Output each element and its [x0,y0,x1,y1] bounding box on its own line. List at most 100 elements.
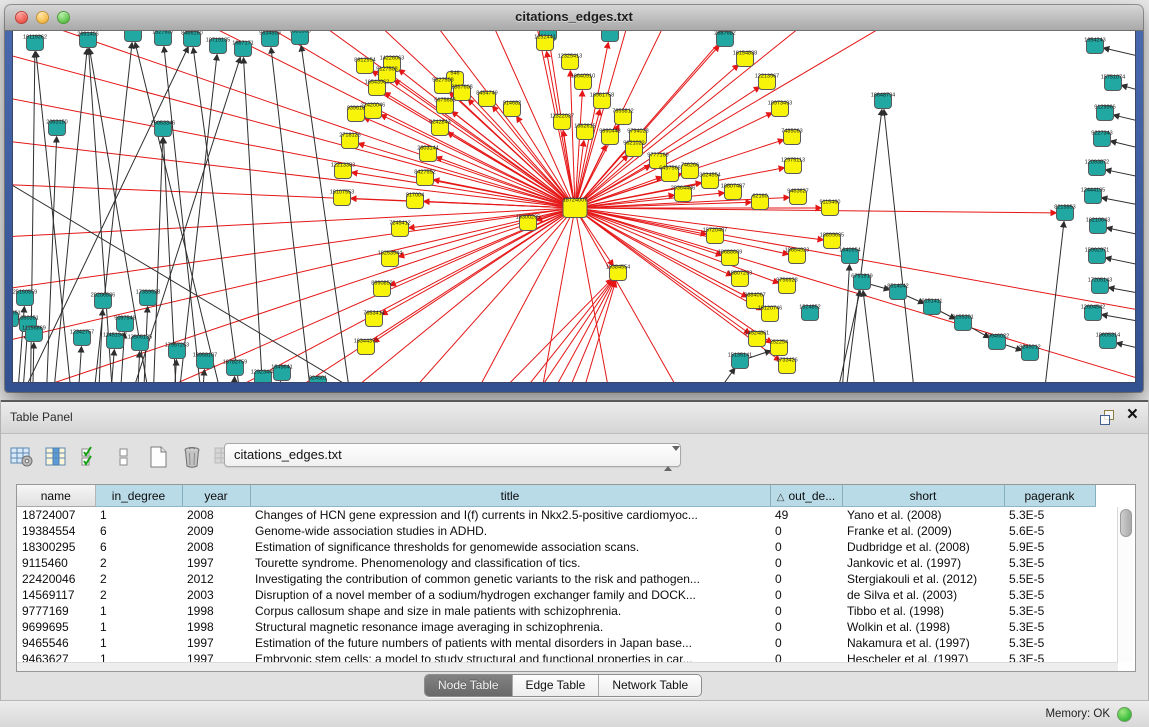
graph-node-label: 12213383 [331,163,355,169]
table-cell: Jankovic et al. (1997) [842,555,1004,571]
table-row[interactable]: 1456911722003Disruption of a novel membe… [17,587,1095,603]
scrollbar-thumb[interactable] [1120,509,1132,537]
graph-node-label: 10973493 [768,101,792,107]
graph-node-label: 7381806 [289,31,310,35]
graph-node-label: 19654923 [785,248,809,254]
column-header-name[interactable]: name [17,485,95,507]
graph-node-label: 252254 [770,340,788,346]
graph-node-label: 16961758 [590,93,614,99]
graph-node-label: 8427552 [414,170,435,176]
column-header-in-degree[interactable]: in_degree [95,485,182,507]
table-cell: 5.3E-5 [1004,555,1095,571]
table-cell: Wolkin et al. (1998) [842,619,1004,635]
table-cell: Structural magnetic resonance image aver… [250,619,770,635]
graph-node-label: 2803144 [417,146,438,152]
graph-node-label: 16154838 [733,51,757,57]
graph-node-label: 12093872 [1085,160,1109,166]
graph-node-label: 17957253 [165,343,189,349]
table-row[interactable]: 946554611997Estimation of the future num… [17,635,1095,651]
graph-node-label: 9884067 [744,293,765,299]
graph-node-label: 6497568 [659,166,680,172]
tab-node-table[interactable]: Node Table [425,675,512,696]
graph-node-label: 16120746 [758,306,782,312]
graph-node-label: 15751074 [1101,75,1125,81]
graph-node-label: 18300295 [516,215,540,221]
table-cell: 2008 [182,539,250,555]
window-title: citations_edges.txt [5,9,1143,24]
graph-node-label: 16107553 [330,190,354,196]
table-row[interactable]: 977716911998Corpus callosum shape and si… [17,603,1095,619]
table-cell: 5.6E-5 [1004,523,1095,539]
graph-node-label: 10899695 [820,233,844,239]
table-toolbar: f(x) citations_edges.txt [1,432,1148,482]
table-row[interactable]: 1830029562008Estimation of significance … [17,539,1095,555]
graph-node-label: 8990852 [371,281,392,287]
graph-node-label: 15723073 [598,31,622,32]
graph-node-label: 15992971 [1085,248,1109,254]
tab-edge-table[interactable]: Edge Table [512,675,599,696]
graph-node-label: 9756928 [776,278,797,284]
graph-node-label: 939618 [347,106,365,112]
table-mode-icon[interactable] [9,444,35,470]
table-cell: de Silva et al. (2003) [842,587,1004,603]
create-column-icon[interactable] [145,444,171,470]
status-bar: Memory: OK [0,700,1149,727]
graph-node[interactable] [125,31,142,42]
graph-node-label: 1524852 [799,305,820,311]
graph-node-label: 1362615 [574,124,595,130]
table-cell: Dudbridge et al. (2008) [842,539,1004,555]
table-cell: Yano et al. (2008) [842,507,1004,524]
graph-node-label: 9827508 [432,78,453,84]
column-header-pagerank[interactable]: pagerank [1004,485,1095,507]
graph-node-label: 746266 [681,163,699,169]
graph-node-label: 7653414 [363,311,384,317]
graph-node-label: 1640954 [839,248,860,254]
delete-column-icon[interactable] [179,444,205,470]
graph-node-label: 16648794 [871,93,895,99]
table-cell: 6 [95,539,182,555]
graph-node-label: 17205143 [1088,278,1112,284]
table-cell: 9465546 [17,635,95,651]
graph-node-label: 914682 [503,101,521,107]
table-row[interactable]: 1938455462009Genome-wide association stu… [17,523,1095,539]
select-columns-icon[interactable] [77,444,103,470]
graph-node-label: 14226063 [380,56,404,62]
memory-status-dot[interactable] [1117,707,1132,722]
graph-node-label: 16543962 [365,80,389,86]
table-cell: 0 [770,635,842,651]
vertical-scrollbar[interactable] [1117,507,1133,662]
graph-node-label: 1252441 [534,35,555,41]
close-panel-icon[interactable]: × [1127,405,1138,424]
row-boxes-icon[interactable] [111,444,137,470]
table-source-combobox[interactable]: citations_edges.txt [224,443,681,467]
column-header-title[interactable]: title [250,485,770,507]
tab-network-table[interactable]: Network Table [598,675,701,696]
column-header-short[interactable]: short [842,485,1004,507]
float-panel-icon[interactable] [1100,410,1114,424]
table-row[interactable]: 911546021997Tourette syndrome. Phenomeno… [17,555,1095,571]
network-canvas[interactable]: 1611926226914061085328715276078466160107… [13,31,1135,382]
graph-node-label: 9155301 [952,315,973,321]
table-row[interactable]: 2242004622012Investigating the contribut… [17,571,1095,587]
graph-node-label: 10946022 [985,334,1009,340]
column-header-out-de-[interactable]: △out_de... [770,485,842,507]
graph-node-label: 20053346 [151,121,175,127]
table-cell: 0 [770,539,842,555]
show-column-icon[interactable] [43,444,69,470]
graph-node[interactable] [602,31,619,42]
column-header-year[interactable]: year [182,485,250,507]
horizontal-scrollbar[interactable] [17,662,1118,671]
window-titlebar[interactable]: citations_edges.txt [5,5,1143,31]
table-cell: 1997 [182,555,250,571]
table-cell: 0 [770,619,842,635]
graph-node-label: 9990443 [599,129,620,135]
table-row[interactable]: 969969511998Structural magnetic resonanc… [17,619,1095,635]
table-cell: 14569117 [17,587,95,603]
graph-node-label: 9151411 [921,299,942,305]
graph-node-label: 12975113 [781,158,805,164]
table-cell: 2003 [182,587,250,603]
table-row[interactable]: 1872400712008Changes of HCN gene express… [17,507,1095,524]
graph-node-label: 18724007 [563,198,587,204]
graph-node-label: 546 [450,71,459,77]
graph-node-label: 16119262 [23,35,47,41]
